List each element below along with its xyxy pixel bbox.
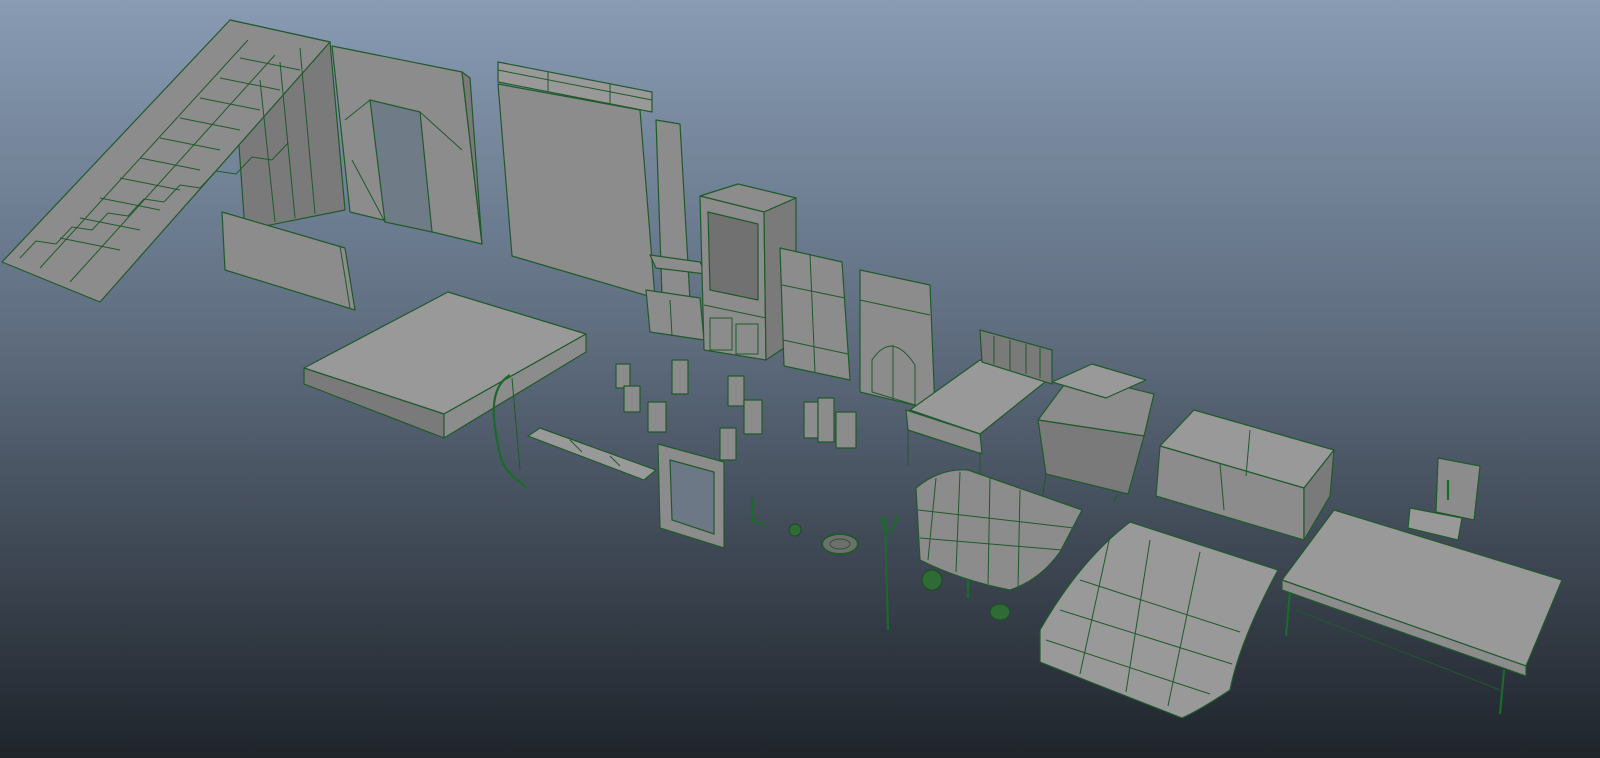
door-mesh-1[interactable] (779, 247, 851, 381)
door-mesh-2[interactable] (859, 269, 936, 411)
viewport-canvas[interactable] (0, 0, 1600, 758)
3d-viewport[interactable] (0, 0, 1600, 758)
